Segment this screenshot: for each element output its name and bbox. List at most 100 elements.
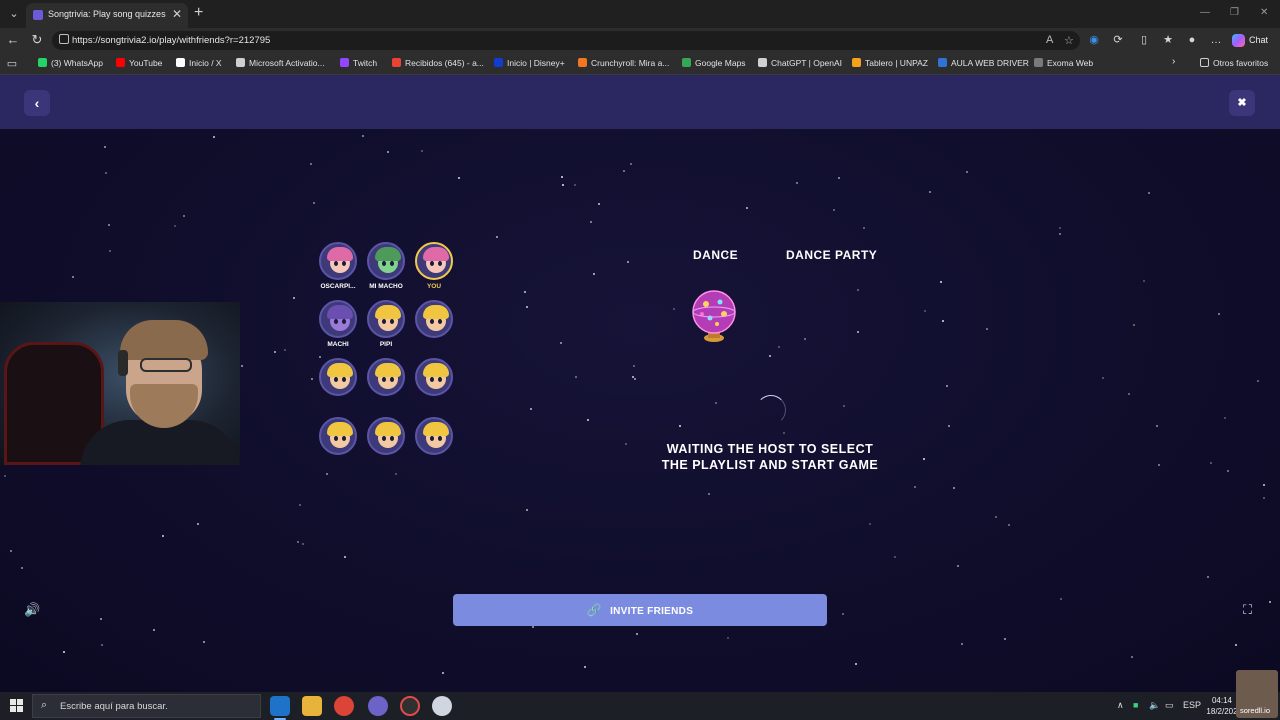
obs-icon[interactable] [400, 696, 420, 716]
tray-app-icon[interactable]: ■ [1133, 700, 1138, 710]
star [1128, 393, 1130, 395]
star [727, 637, 729, 639]
back-chevron-icon[interactable]: ‹ [24, 90, 50, 116]
bookmark-item[interactable]: Inicio / X [176, 58, 222, 68]
tab-list-chevron-icon[interactable]: ⌄ [6, 6, 22, 22]
split-screen-icon[interactable]: ▯ [1136, 32, 1152, 48]
star [1102, 377, 1104, 379]
bookmark-item[interactable]: Microsoft Activatio... [236, 58, 325, 68]
star [940, 281, 942, 283]
star [593, 273, 595, 275]
bookmark-item[interactable]: Tablero | UNPAZ [852, 58, 928, 68]
reading-list-icon[interactable]: ▭ [4, 56, 20, 72]
bookmark-item[interactable]: Exoma Web [1034, 58, 1093, 68]
volume-icon[interactable]: 🔊 [24, 602, 40, 618]
browser-tab-active[interactable]: Songtrivia: Play song quizzes with ✕ [26, 3, 188, 28]
bookmark-item[interactable]: Recibidos (645) - a... [392, 58, 484, 68]
chrome-icon[interactable] [334, 696, 354, 716]
star [783, 432, 785, 434]
bookmark-item[interactable]: YouTube [116, 58, 162, 68]
extension-icon[interactable]: ◉ [1086, 32, 1102, 48]
star [948, 425, 950, 427]
star [1269, 601, 1271, 603]
url-text: https://songtrivia2.io/play/withfriends?… [72, 35, 271, 46]
copilot-chat-button[interactable]: Chat [1232, 32, 1274, 49]
star [100, 618, 102, 620]
profile-avatar-icon[interactable]: ● [1184, 32, 1200, 48]
streamer-watermark: soredll.io [1236, 670, 1278, 718]
bookmark-favicon-icon [682, 58, 691, 67]
maximize-icon[interactable]: ❐ [1230, 7, 1239, 18]
bookmark-item[interactable]: (3) WhatsApp [38, 58, 103, 68]
language-indicator[interactable]: ESP [1183, 700, 1201, 710]
star [995, 516, 997, 518]
bookmark-favicon-icon [176, 58, 185, 67]
star [1227, 470, 1229, 472]
star [953, 487, 955, 489]
star [213, 136, 215, 138]
taskbar-search-box[interactable]: ⌕ Escribe aquí para buscar. [32, 694, 261, 718]
star [313, 202, 315, 204]
star [857, 289, 859, 291]
star [387, 151, 389, 153]
bookmark-item[interactable]: Google Maps [682, 58, 746, 68]
network-icon[interactable]: ▭ [1165, 700, 1174, 711]
bookmark-item[interactable]: Inicio | Disney+ [494, 58, 565, 68]
other-favorites-folder[interactable]: Otros favoritos [1200, 58, 1268, 68]
file-explorer-icon[interactable] [302, 696, 322, 716]
star [109, 250, 111, 252]
star [1224, 417, 1226, 419]
player-slot [410, 358, 458, 414]
tray-chevron-icon[interactable]: ∧ [1117, 700, 1124, 711]
invite-friends-button[interactable]: 🔗 INVITE FRIENDS [453, 594, 827, 626]
bookmark-item[interactable]: Twitch [340, 58, 377, 68]
reload-icon[interactable]: ↻ [29, 32, 45, 48]
bookmark-item[interactable]: AULA WEB DRIVER [938, 58, 1029, 68]
minimize-icon[interactable]: — [1200, 7, 1210, 18]
read-aloud-icon[interactable]: A [1046, 34, 1053, 46]
window-close-icon[interactable]: ✕ [1260, 7, 1268, 18]
discord-icon[interactable] [368, 696, 388, 716]
star [1263, 497, 1265, 499]
star [942, 320, 944, 322]
back-arrow-icon[interactable]: ← [5, 32, 21, 48]
star [241, 365, 243, 367]
windows-start-icon[interactable] [10, 699, 23, 712]
star [104, 146, 106, 148]
bookmarks-overflow-chevron-icon[interactable]: › [1172, 56, 1175, 67]
star [894, 556, 896, 558]
star [633, 365, 635, 367]
more-menu-icon[interactable]: … [1208, 32, 1224, 48]
star [183, 215, 185, 217]
player-slot: MI MACHO [362, 242, 410, 298]
star [843, 405, 845, 407]
address-bar[interactable]: https://songtrivia2.io/play/withfriends?… [52, 31, 1080, 50]
tab-close-icon[interactable]: ✕ [172, 7, 182, 21]
speaker-icon[interactable]: 🔈 [1149, 700, 1160, 711]
star [986, 328, 988, 330]
lock-icon [59, 34, 69, 44]
bookmark-label: Crunchyroll: Mira a... [591, 58, 670, 68]
player-slot [410, 417, 458, 473]
chat-label: Chat [1249, 35, 1269, 45]
star [855, 663, 857, 665]
refresh-extension-icon[interactable]: ⟳ [1110, 32, 1126, 48]
bookmark-label: Microsoft Activatio... [249, 58, 325, 68]
bookmark-item[interactable]: ChatGPT | OpenAI [758, 58, 842, 68]
close-game-icon[interactable]: ✖ [1229, 90, 1255, 116]
webcam-overlay [0, 302, 240, 465]
bookmark-item[interactable]: Crunchyroll: Mira a... [578, 58, 669, 68]
star [442, 672, 444, 674]
star [746, 207, 748, 209]
favorite-star-icon[interactable]: ☆ [1064, 34, 1074, 47]
new-tab-icon[interactable]: + [194, 4, 203, 22]
star [562, 184, 564, 186]
favorites-icon[interactable]: ★ [1160, 32, 1176, 48]
star [310, 163, 312, 165]
star [1210, 462, 1212, 464]
app-icon[interactable] [432, 696, 452, 716]
player-slot [410, 300, 458, 356]
edge-browser-icon[interactable] [270, 696, 290, 720]
fullscreen-icon[interactable]: ⛶ [1243, 602, 1252, 618]
star [575, 376, 577, 378]
